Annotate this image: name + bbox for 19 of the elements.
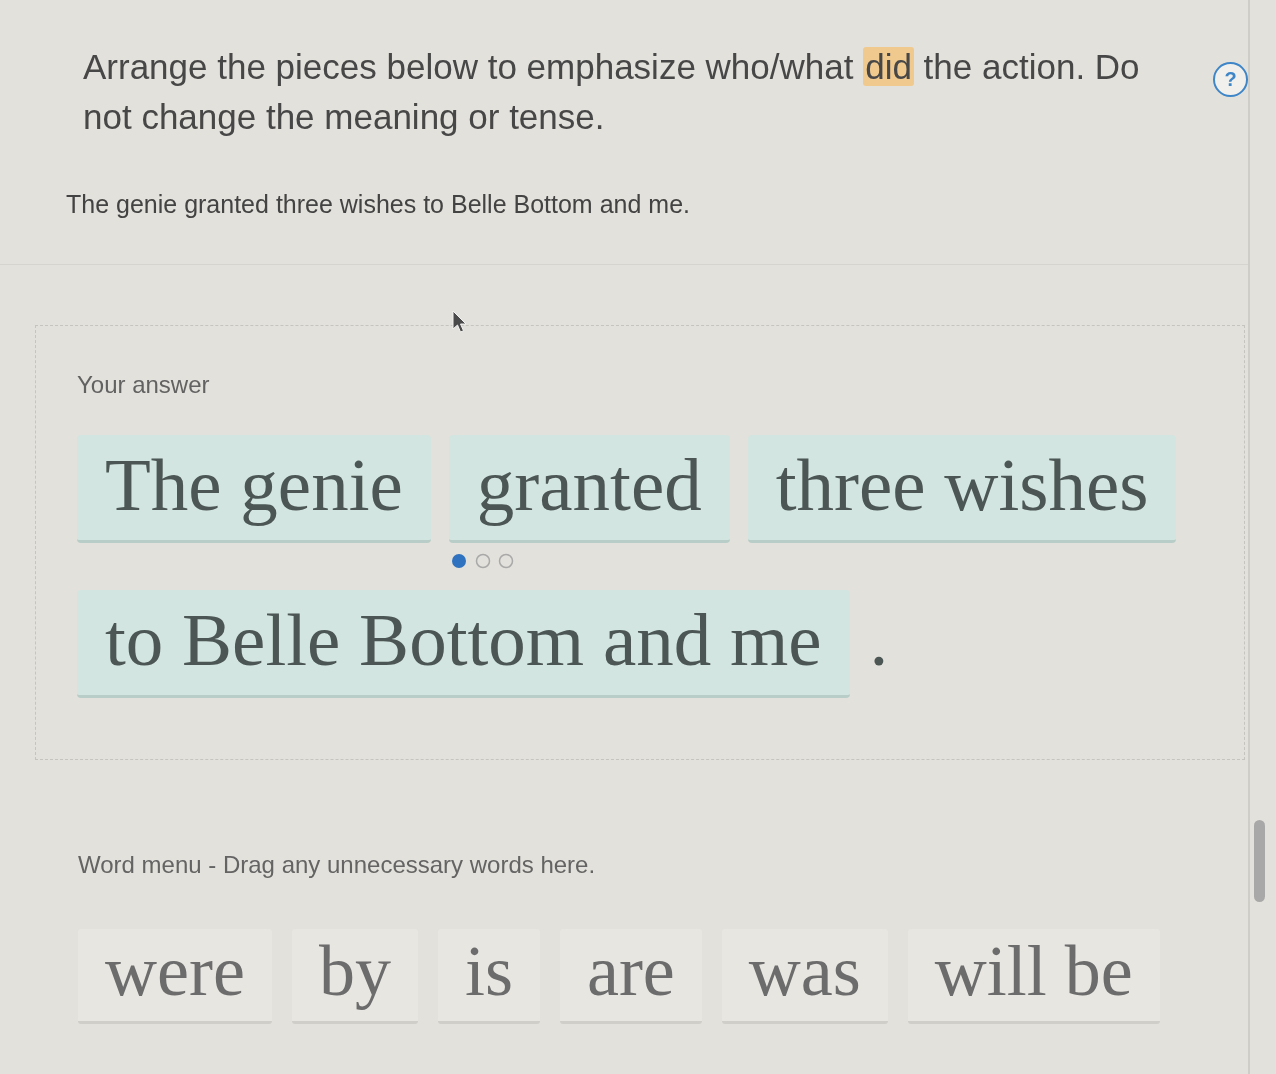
instruction-text: Arrange the pieces below to emphasize who/what did the action. Do not change the meaning or tense.	[83, 46, 1141, 138]
answer-tile[interactable]: three wishes	[747, 435, 1177, 543]
word-tile[interactable]: were	[78, 929, 272, 1024]
word-menu-label: Word menu - Drag any unnecessary words here.	[78, 851, 597, 879]
word-tile[interactable]: is	[437, 929, 540, 1024]
word-tile[interactable]: will be	[907, 929, 1160, 1024]
answer-tile[interactable]: granted	[448, 435, 730, 543]
scrollbar-thumb[interactable]	[1254, 820, 1265, 902]
answer-tile[interactable]: to Belle Bottom and me	[77, 590, 850, 698]
answer-label: Your answer	[77, 371, 211, 399]
word-tile[interactable]: are	[559, 929, 702, 1024]
answer-tile[interactable]: The genie	[77, 435, 431, 543]
sentence-period: .	[868, 597, 889, 680]
source-sentence: The genie granted three wishes to Belle Bottom and me.	[66, 190, 691, 219]
cursor-icon	[452, 310, 468, 334]
word-tile[interactable]: was	[721, 929, 888, 1024]
answer-area[interactable]: Your answer The genie granted three wishes to Belle Bottom and me .	[35, 325, 1245, 760]
word-tile[interactable]: by	[291, 929, 418, 1024]
help-button[interactable]: ?	[1213, 62, 1248, 97]
